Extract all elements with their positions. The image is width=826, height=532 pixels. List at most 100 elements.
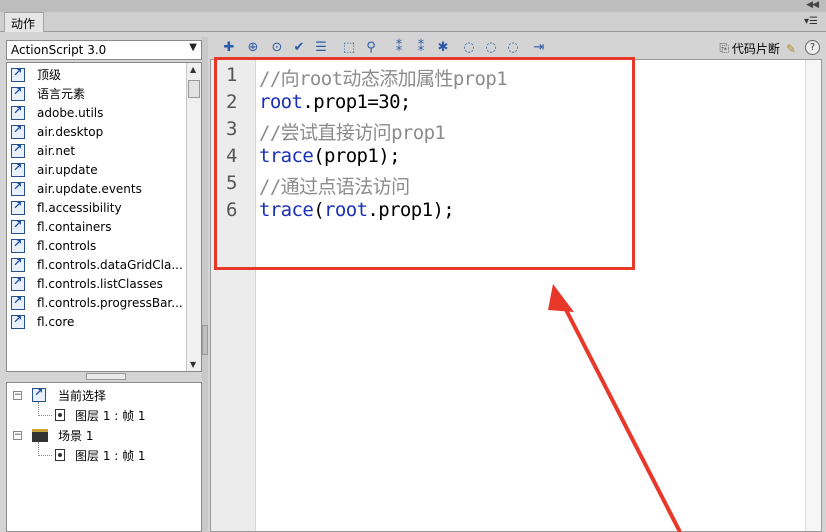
library-item-label: air.update	[37, 162, 98, 177]
editor-scrollbar[interactable]	[805, 60, 821, 531]
code-keyword: trace	[259, 199, 314, 221]
code-text: .prop1);	[367, 199, 455, 221]
line-number: 5	[226, 172, 238, 194]
scroll-thumb[interactable]	[188, 80, 200, 98]
tree-item-scene[interactable]: − 场景 1	[13, 426, 93, 444]
library-item[interactable]: air.desktop	[11, 122, 103, 141]
code-text: (	[313, 199, 325, 221]
scroll-down-icon[interactable]: ▼	[190, 360, 196, 369]
line-number: 3	[226, 118, 238, 140]
library-item-label: air.net	[37, 143, 76, 158]
tree-item-label: 当前选择	[58, 388, 107, 403]
library-item-label: air.update.events	[37, 181, 142, 196]
language-select[interactable]: ActionScript 3.0 ▼	[6, 40, 202, 60]
line-number: 6	[226, 199, 238, 221]
check-syntax-icon[interactable]: ✔	[290, 39, 308, 57]
code-snippets-label: 代码片断	[731, 42, 780, 56]
code-hint-icon[interactable]: ⬚	[340, 39, 358, 57]
tree-connector	[38, 442, 39, 456]
scroll-up-icon[interactable]: ▲	[190, 65, 196, 74]
code-line[interactable]: //尝试直接访问prop1	[259, 118, 446, 145]
code-keyword: trace	[259, 145, 314, 167]
script-editor[interactable]: 1//向root动态添加属性prop1 2 root.prop1=30; 3//尝试直…	[210, 57, 822, 532]
line-number: 1	[226, 64, 238, 86]
library-item[interactable]: fl.core	[11, 312, 74, 331]
code-line[interactable]: trace(root.prop1);	[259, 199, 455, 221]
tree-item-label: 图层 1 : 帧 1	[75, 448, 146, 463]
library-item[interactable]: fl.controls	[11, 236, 96, 255]
frame-icon	[55, 449, 65, 461]
library-item-label: 顶级	[37, 68, 62, 82]
panel-divider[interactable]	[202, 37, 208, 532]
code-text: .prop1=30;	[302, 91, 411, 113]
collapse-braces-icon[interactable]: ⁑	[390, 39, 408, 57]
code-line[interactable]: root.prop1=30;	[259, 91, 411, 113]
package-book-icon	[11, 256, 25, 272]
panel-top-strip	[0, 0, 826, 12]
library-item-label: fl.controls.progressBar...	[37, 295, 183, 310]
library-scrollbar[interactable]: ▲ ▼	[186, 63, 201, 371]
package-book-icon	[11, 85, 25, 101]
code-keyword: root	[259, 91, 303, 113]
language-select-value: ActionScript 3.0	[11, 43, 107, 57]
wand-icon: ✎	[785, 41, 796, 56]
collapse-selection-icon[interactable]: ⁑	[412, 39, 430, 57]
collapse-node-icon[interactable]: −	[13, 390, 22, 400]
toolbox-splitter[interactable]	[6, 372, 202, 382]
show-hide-toolbox-icon[interactable]: ⇥	[530, 39, 548, 57]
code-line[interactable]: //通过点语法访问	[259, 172, 410, 199]
library-item[interactable]: adobe.utils	[11, 103, 103, 122]
package-book-icon	[11, 275, 25, 291]
library-item[interactable]: 顶级	[11, 65, 61, 84]
library-item[interactable]: air.update	[11, 160, 98, 179]
package-book-icon	[11, 123, 25, 139]
code-snippets-button[interactable]: ⎘ 代码片断 ✎	[719, 40, 796, 57]
code-line[interactable]: trace(prop1);	[259, 145, 401, 167]
help-icon[interactable]: ?	[805, 40, 820, 55]
debug-options-icon[interactable]: ⚲	[362, 39, 380, 57]
library-item[interactable]: 语言元素	[11, 84, 85, 103]
tree-connector	[38, 402, 39, 416]
package-book-icon	[11, 237, 25, 253]
current-selection-icon	[32, 386, 46, 402]
tree-item-current-selection[interactable]: − 当前选择	[13, 386, 106, 404]
code-text: (prop1);	[313, 145, 400, 167]
package-book-icon	[11, 218, 25, 234]
splitter-grip[interactable]	[86, 373, 126, 380]
add-script-item-icon[interactable]: ✚	[220, 39, 238, 57]
package-book-icon	[11, 313, 25, 329]
find-icon[interactable]: ⊕	[244, 39, 262, 57]
tab-actions[interactable]: 动作	[4, 12, 45, 32]
library-item-label: 语言元素	[37, 87, 86, 101]
package-book-icon	[11, 180, 25, 196]
expand-all-icon[interactable]: ✱	[434, 39, 452, 57]
library-item[interactable]: air.update.events	[11, 179, 142, 198]
library-item[interactable]: fl.accessibility	[11, 198, 122, 217]
apply-block-comment-icon[interactable]: ◌	[460, 39, 478, 57]
library-item-label: fl.accessibility	[37, 200, 122, 215]
library-item-label: fl.controls	[37, 238, 97, 253]
tree-item-frame[interactable]: 图层 1 : 帧 1	[55, 406, 146, 424]
target-path-icon[interactable]: ⊙	[268, 39, 286, 57]
collapse-panel-icon[interactable]: ◀◀	[806, 0, 819, 10]
tree-connector	[38, 415, 52, 416]
tree-connector	[38, 455, 52, 456]
library-item[interactable]: fl.containers	[11, 217, 111, 236]
library-item[interactable]: fl.controls.dataGridCla...	[11, 255, 183, 274]
remove-comment-icon[interactable]: ◌	[504, 39, 522, 57]
code-line[interactable]: //向root动态添加属性prop1	[259, 64, 508, 91]
tree-item-frame[interactable]: 图层 1 : 帧 1	[55, 446, 146, 464]
library-item[interactable]: air.net	[11, 141, 75, 160]
library-item[interactable]: fl.controls.progressBar...	[11, 293, 183, 312]
apply-line-comment-icon[interactable]: ◌	[482, 39, 500, 57]
panel-menu-icon[interactable]: ▾☰	[804, 16, 818, 27]
script-navigator: − 当前选择 图层 1 : 帧 1 − 场景 1 图层 1 : 帧 1	[6, 382, 202, 532]
chevron-down-icon[interactable]: ▼	[189, 42, 197, 53]
library-item[interactable]: fl.controls.listClasses	[11, 274, 163, 293]
package-book-icon	[11, 142, 25, 158]
auto-format-icon[interactable]: ☰	[312, 39, 330, 57]
package-book-icon	[11, 66, 25, 82]
snippet-icon: ⎘	[719, 41, 729, 55]
toggle-toolbox-handle[interactable]	[202, 325, 208, 355]
collapse-node-icon[interactable]: −	[13, 430, 22, 440]
